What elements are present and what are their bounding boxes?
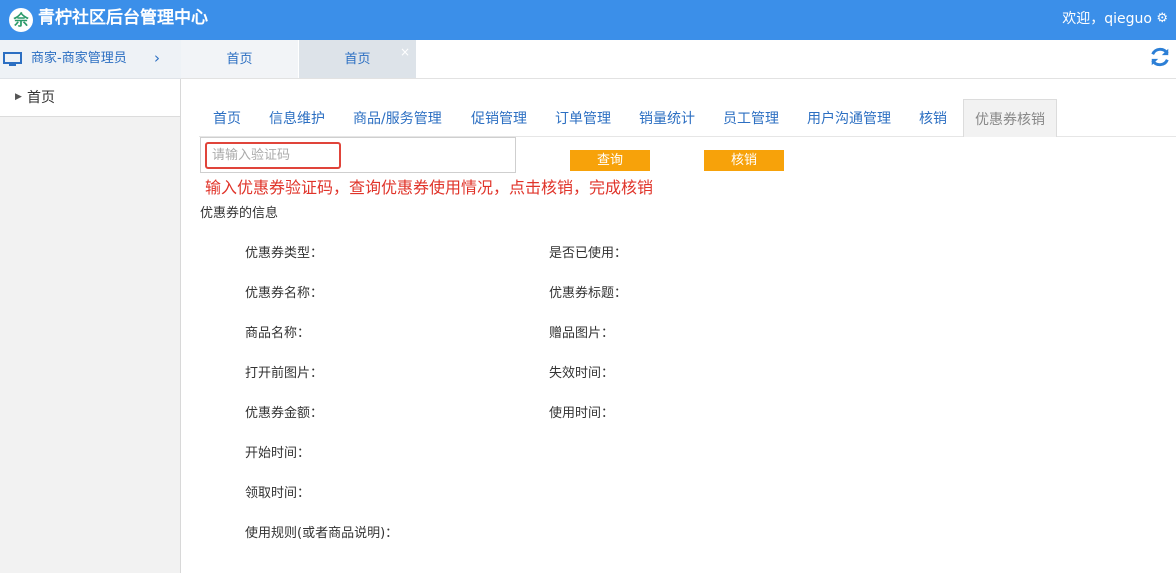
refresh-icon[interactable] xyxy=(1149,46,1171,68)
tab-promotion[interactable]: 促销管理 xyxy=(471,99,527,137)
tab-verification[interactable]: 核销 xyxy=(919,99,947,137)
field-start-time: 开始时间： xyxy=(245,446,311,461)
field-open-image: 打开前图片： xyxy=(245,366,324,381)
top-bar: 佘 青柠社区后台管理中心 欢迎，qieguo ⚙ xyxy=(0,0,1176,40)
field-use-time: 使用时间： xyxy=(549,406,615,421)
instruction-hint: 输入优惠券验证码，查询优惠券使用情况，点击核销，完成核销 xyxy=(205,178,654,197)
tab-orders[interactable]: 订单管理 xyxy=(555,99,611,137)
field-expire-time: 失效时间： xyxy=(549,366,615,381)
sidebar-role-label: 商家-商家管理员 xyxy=(31,51,127,66)
sub-tab-bar: 首页 信息维护 商品/服务管理 促销管理 订单管理 销量统计 员工管理 用户沟通… xyxy=(199,99,1176,137)
page-tab-label: 首页 xyxy=(344,52,371,67)
tab-sales-stats[interactable]: 销量统计 xyxy=(639,99,695,137)
tab-info-maintenance[interactable]: 信息维护 xyxy=(269,99,325,137)
coupon-code-input[interactable] xyxy=(205,142,341,169)
welcome-user[interactable]: 欢迎，qieguo xyxy=(1062,10,1152,28)
sidebar-item-label: 首页 xyxy=(27,90,55,106)
page-tab-home[interactable]: 首页 xyxy=(181,40,298,78)
tab-product-service[interactable]: 商品/服务管理 xyxy=(353,99,442,137)
search-box xyxy=(200,137,516,173)
app-logo-icon: 佘 xyxy=(9,8,33,32)
gear-icon[interactable]: ⚙ xyxy=(1156,10,1168,28)
tab-coupon-verification[interactable]: 优惠券核销 xyxy=(963,99,1057,137)
page-tab-strip: 首页 首页 × xyxy=(181,40,1176,79)
field-gift-image: 赠品图片： xyxy=(549,326,615,341)
query-button[interactable]: 查询 xyxy=(570,150,650,171)
page-tab-home-2[interactable]: 首页 × xyxy=(299,40,416,78)
monitor-icon xyxy=(3,52,22,66)
chevron-right-icon[interactable]: › xyxy=(154,49,160,67)
field-coupon-name: 优惠券名称： xyxy=(245,286,324,301)
field-is-used: 是否已使用： xyxy=(549,246,628,261)
tab-user-communication[interactable]: 用户沟通管理 xyxy=(807,99,891,137)
field-coupon-type: 优惠券类型： xyxy=(245,246,324,261)
field-claim-time: 领取时间： xyxy=(245,486,311,501)
tab-staff[interactable]: 员工管理 xyxy=(723,99,779,137)
field-usage-rules: 使用规则(或者商品说明)： xyxy=(245,526,399,541)
caret-right-icon: ▶ xyxy=(15,92,22,102)
sidebar-item-home[interactable]: ▶ 首页 xyxy=(0,79,180,117)
sidebar: ▶ 首页 xyxy=(0,79,181,573)
section-title: 优惠券的信息 xyxy=(200,206,279,221)
field-coupon-title: 优惠券标题： xyxy=(549,286,628,301)
tab-home[interactable]: 首页 xyxy=(213,99,241,137)
verify-button[interactable]: 核销 xyxy=(704,150,784,171)
app-title: 青柠社区后台管理中心 xyxy=(38,8,208,28)
sidebar-header[interactable]: 商家-商家管理员 › xyxy=(0,40,181,79)
field-product-name: 商品名称： xyxy=(245,326,311,341)
close-icon[interactable]: × xyxy=(400,32,410,72)
field-coupon-amount: 优惠券金额： xyxy=(245,406,324,421)
